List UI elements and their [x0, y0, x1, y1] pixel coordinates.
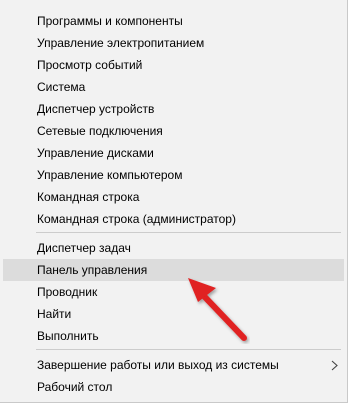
menu-item-device-manager[interactable]: Диспетчер устройств	[3, 98, 344, 120]
menu-item-programs-and-features[interactable]: Программы и компоненты	[3, 10, 344, 32]
menu-item-system[interactable]: Система	[3, 76, 344, 98]
menu-item-command-prompt-admin[interactable]: Командная строка (администратор)	[3, 208, 344, 230]
menu-item-task-manager[interactable]: Диспетчер задач	[3, 237, 344, 259]
menu-item-command-prompt[interactable]: Командная строка	[3, 186, 344, 208]
menu-item-file-explorer[interactable]: Проводник	[3, 281, 344, 303]
menu-item-shut-down-or-sign-out[interactable]: Завершение работы или выход из системы	[3, 354, 344, 376]
menu-item-power-options[interactable]: Управление электропитанием	[3, 32, 344, 54]
menu-separator	[36, 349, 341, 350]
menu-item-event-viewer[interactable]: Просмотр событий	[3, 54, 344, 76]
menu-item-run[interactable]: Выполнить	[3, 325, 344, 347]
menu-item-search[interactable]: Найти	[3, 303, 344, 325]
menu-separator	[36, 232, 341, 233]
menu-item-label: Завершение работы или выход из системы	[37, 358, 279, 372]
context-menu: Программы и компоненты Управление электр…	[0, 0, 348, 403]
chevron-right-icon	[330, 354, 340, 376]
menu-item-desktop[interactable]: Рабочий стол	[3, 376, 344, 398]
menu-item-control-panel[interactable]: Панель управления	[3, 259, 344, 281]
menu-item-disk-management[interactable]: Управление дисками	[3, 142, 344, 164]
menu-item-network-connections[interactable]: Сетевые подключения	[3, 120, 344, 142]
menu-item-computer-management[interactable]: Управление компьютером	[3, 164, 344, 186]
